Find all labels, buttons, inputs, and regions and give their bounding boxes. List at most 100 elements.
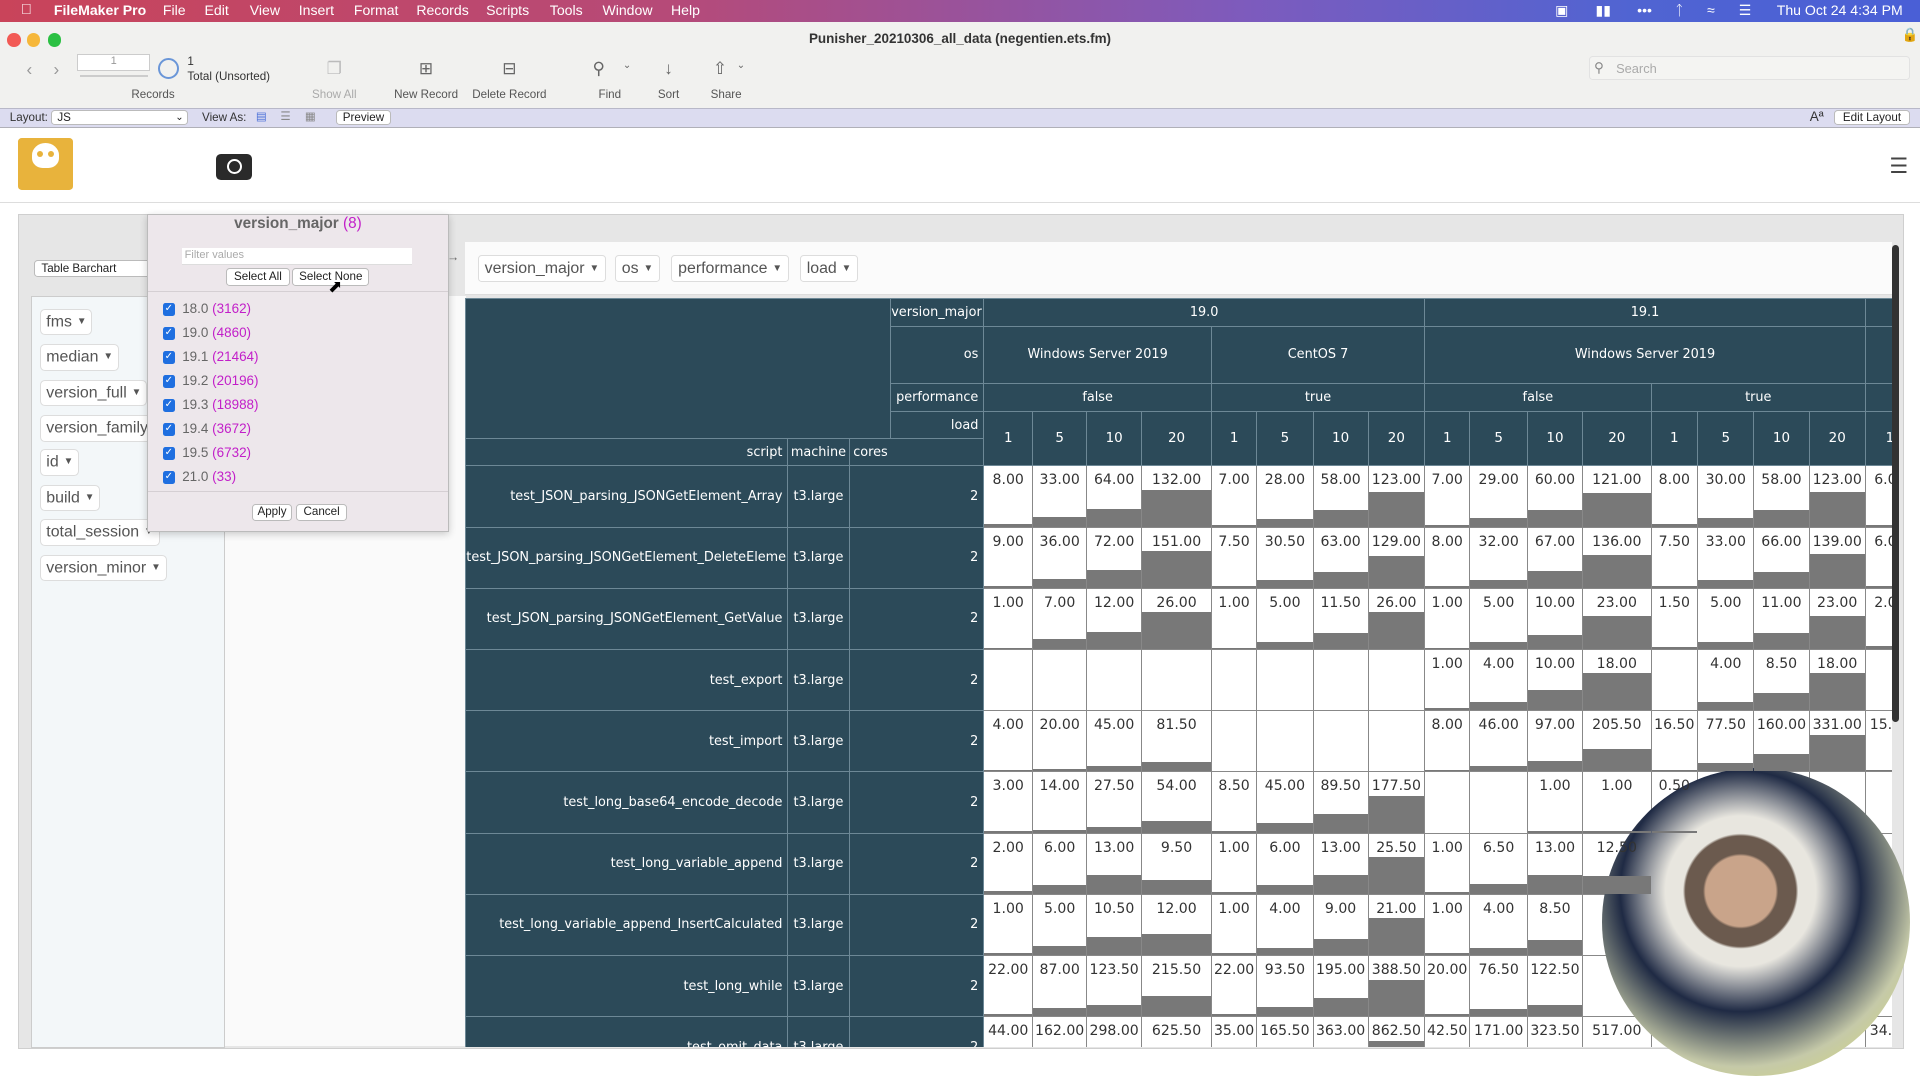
header-os[interactable]: [1864, 325, 1892, 385]
filter-value-item[interactable]: ✓ 19.0 (4860): [162, 325, 251, 340]
share-icon[interactable]: ⇧: [713, 58, 727, 79]
screen-share-icon[interactable]: ▣: [1555, 2, 1568, 19]
show-all-button[interactable]: Show All: [312, 88, 357, 101]
select-all-button[interactable]: Select All: [226, 267, 290, 286]
dropdown-performance[interactable]: performance ▼: [671, 254, 790, 283]
filter-value-item[interactable]: ✓ 18.0 (3162): [162, 301, 251, 316]
record-slider[interactable]: [79, 74, 149, 78]
header-divider: [0, 202, 1920, 204]
header-performance[interactable]: false: [983, 383, 1212, 413]
next-record-icon[interactable]: ›: [53, 59, 59, 80]
new-record-button[interactable]: New Record: [394, 88, 458, 101]
layout-select[interactable]: JS ⌄: [51, 109, 189, 126]
cancel-button[interactable]: Cancel: [296, 504, 348, 521]
filter-value-item[interactable]: ✓ 19.4 (3672): [162, 421, 251, 436]
find-chevron-icon[interactable]: ⌄: [623, 60, 631, 71]
field-pill-version-minor[interactable]: version_minor ▼: [40, 554, 167, 582]
filter-value-item[interactable]: ✓ 19.3 (18988): [162, 397, 259, 412]
menu-view[interactable]: View: [250, 2, 280, 18]
dropdown-os[interactable]: os ▼: [614, 254, 661, 283]
control-center-icon[interactable]: ☰: [1739, 2, 1752, 19]
menu-edit[interactable]: Edit: [204, 2, 228, 18]
cell-value: 22.00: [988, 962, 1029, 979]
show-all-icon[interactable]: ❐: [327, 58, 342, 79]
filter-value-item[interactable]: ✓ 21.0 (33): [162, 469, 236, 484]
menu-window[interactable]: Window: [602, 2, 652, 18]
field-pill-median[interactable]: median ▼: [40, 344, 119, 371]
header-version-major[interactable]: 19.0: [983, 297, 1426, 327]
share-button[interactable]: Share: [711, 88, 742, 101]
field-pill-build[interactable]: build ▼: [40, 484, 101, 512]
menu-records[interactable]: Records: [416, 2, 468, 18]
camera-icon[interactable]: [215, 154, 253, 180]
checkbox[interactable]: ✓: [162, 423, 175, 436]
dropdown-load[interactable]: load ▼: [799, 254, 859, 283]
header-version-major[interactable]: [1864, 297, 1892, 327]
value-bar: [1470, 766, 1527, 771]
checkbox[interactable]: ✓: [162, 327, 175, 340]
find-button[interactable]: Find: [598, 88, 621, 101]
bluetooth-icon[interactable]: ᛏ: [1675, 2, 1683, 18]
field-pill-fms[interactable]: fms ▼: [40, 308, 93, 336]
edit-layout-button[interactable]: Edit Layout: [1834, 109, 1910, 126]
filter-values-input[interactable]: Filter values: [182, 248, 413, 266]
preview-button[interactable]: Preview: [335, 109, 392, 126]
sort-icon[interactable]: ↓: [664, 58, 673, 79]
sort-button[interactable]: Sort: [658, 88, 679, 101]
menu-format[interactable]: Format: [354, 2, 399, 18]
share-chevron-icon[interactable]: ⌄: [737, 60, 745, 71]
header-version-major[interactable]: 19.1: [1424, 297, 1866, 327]
menu-app-name[interactable]: FileMaker Pro: [54, 2, 146, 18]
header-performance[interactable]: false: [1424, 383, 1652, 413]
menu-scripts[interactable]: Scripts: [486, 2, 529, 18]
header-script[interactable]: script: [465, 438, 789, 467]
more-icon[interactable]: •••: [1637, 2, 1652, 18]
header-os[interactable]: Windows Server 2019: [983, 325, 1212, 385]
header-performance[interactable]: true: [1210, 383, 1426, 413]
header-os[interactable]: Windows Server 2019: [1424, 325, 1866, 385]
clock[interactable]: Thu Oct 24 4:34 PM: [1777, 2, 1903, 18]
checkbox[interactable]: ✓: [162, 471, 175, 484]
checkbox[interactable]: ✓: [162, 375, 175, 388]
field-pill-version-full[interactable]: version_full ▼: [40, 379, 148, 407]
search-field[interactable]: ⚲ Search: [1589, 56, 1910, 81]
menu-file[interactable]: File: [163, 2, 186, 18]
header-performance[interactable]: true: [1650, 383, 1866, 413]
new-record-icon[interactable]: ⊞: [419, 58, 433, 79]
delete-record-button[interactable]: Delete Record: [472, 88, 546, 101]
header-cores[interactable]: cores: [848, 438, 985, 467]
wifi-icon[interactable]: ≈: [1707, 2, 1715, 18]
menu-help[interactable]: Help: [671, 2, 700, 18]
checkbox[interactable]: ✓: [162, 303, 175, 316]
view-list-icon[interactable]: ☰: [280, 109, 290, 123]
filter-value-item[interactable]: ✓ 19.2 (20196): [162, 373, 259, 388]
checkbox[interactable]: ✓: [162, 351, 175, 364]
apply-button[interactable]: Apply: [252, 504, 292, 521]
checkbox[interactable]: ✓: [162, 399, 175, 412]
previous-record-icon[interactable]: ‹: [27, 59, 33, 80]
vertical-scrollbar[interactable]: [1891, 244, 1900, 723]
header-machine[interactable]: machine: [787, 438, 850, 467]
header-os[interactable]: CentOS 7: [1210, 325, 1426, 385]
battery-icon[interactable]: ▮▮: [1596, 2, 1612, 19]
value-bar: [1142, 934, 1211, 955]
table-barchart-button[interactable]: Table Barchart: [34, 259, 156, 278]
menu-tools[interactable]: Tools: [550, 2, 583, 18]
dropdown-version-major[interactable]: version_major ▼: [477, 254, 607, 283]
view-form-icon[interactable]: ▤: [256, 109, 267, 123]
find-icon[interactable]: ⚲: [592, 58, 605, 79]
menu-insert[interactable]: Insert: [299, 2, 334, 18]
hamburger-menu-icon[interactable]: ☰: [1889, 154, 1908, 179]
checkbox[interactable]: ✓: [162, 447, 175, 460]
delete-record-icon[interactable]: ⊟: [502, 58, 516, 79]
field-pill-total-session[interactable]: total_session▼: [40, 519, 160, 546]
field-pill-id[interactable]: id ▼: [40, 449, 80, 476]
apple-icon[interactable]: : [21, 2, 32, 18]
header-performance[interactable]: [1864, 383, 1892, 413]
filter-value-item[interactable]: ✓ 19.1 (21464): [162, 349, 259, 364]
filter-value-item[interactable]: ✓ 19.5 (6732): [162, 445, 251, 460]
record-number-input[interactable]: 1: [77, 53, 151, 71]
view-table-icon[interactable]: ▦: [305, 109, 316, 123]
caret-down-icon: ▼: [589, 262, 600, 274]
font-size-icon[interactable]: Aª: [1810, 109, 1824, 124]
